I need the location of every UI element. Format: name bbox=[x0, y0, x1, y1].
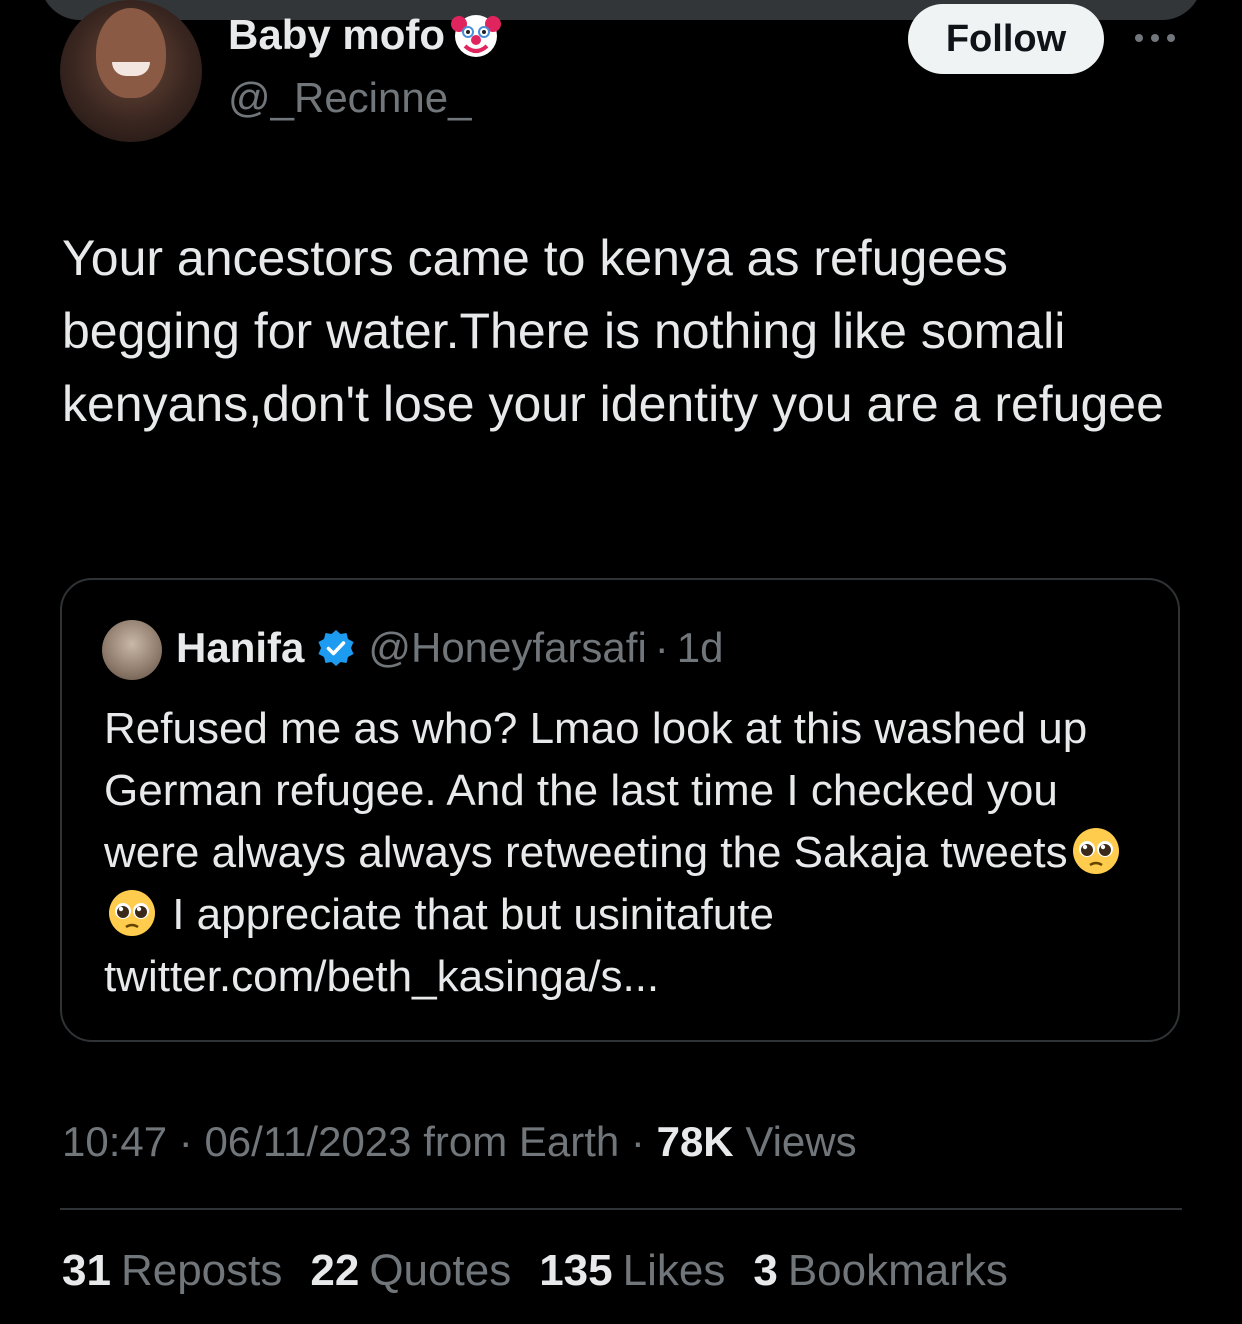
reposts-count: 31 bbox=[62, 1246, 111, 1295]
likes-count: 135 bbox=[539, 1246, 613, 1295]
follow-button[interactable]: Follow bbox=[908, 4, 1104, 74]
quoted-tweet-card[interactable]: Hanifa @Honeyfarsafi · 1d Refused me as … bbox=[60, 578, 1180, 1042]
more-options-icon[interactable] bbox=[1132, 28, 1178, 48]
bookmarks-count: 3 bbox=[753, 1246, 778, 1295]
tweet-date[interactable]: 06/11/2023 bbox=[204, 1118, 411, 1165]
likes-label: Likes bbox=[622, 1246, 726, 1295]
author-display-name[interactable]: Baby mofo bbox=[228, 10, 502, 60]
tweet-source: from Earth bbox=[411, 1118, 620, 1165]
avatar-face bbox=[96, 8, 166, 98]
quoted-author-handle[interactable]: @Honeyfarsafi bbox=[368, 624, 646, 672]
pleading-face-icon bbox=[106, 887, 158, 939]
quoted-tweet-time: 1d bbox=[676, 624, 724, 671]
verified-badge-icon bbox=[316, 628, 356, 668]
quoted-tweet-header: Hanifa @Honeyfarsafi · 1d bbox=[176, 624, 724, 672]
bookmarks-label: Bookmarks bbox=[787, 1246, 1008, 1295]
reposts-stat[interactable]: 31 Reposts bbox=[62, 1246, 282, 1296]
quotes-stat[interactable]: 22 Quotes bbox=[310, 1246, 511, 1296]
views-label: Views bbox=[733, 1118, 857, 1165]
header-separator: · bbox=[654, 624, 669, 671]
author-name-text: Baby mofo bbox=[228, 11, 446, 58]
quotes-count: 22 bbox=[310, 1246, 360, 1295]
likes-stat[interactable]: 135 Likes bbox=[539, 1246, 725, 1296]
quoted-tweet-text: Refused me as who? Lmao look at this was… bbox=[104, 698, 1154, 1008]
meta-separator: · bbox=[167, 1118, 205, 1165]
tweet-time[interactable]: 10:47 bbox=[62, 1118, 167, 1165]
author-avatar[interactable] bbox=[60, 0, 202, 142]
bookmarks-stat[interactable]: 3 Bookmarks bbox=[753, 1246, 1008, 1296]
clown-face-icon bbox=[451, 10, 502, 60]
reposts-label: Reposts bbox=[120, 1246, 283, 1295]
views-count[interactable]: 78K bbox=[657, 1118, 734, 1165]
divider bbox=[60, 1208, 1182, 1210]
engagement-stats: 31 Reposts 22 Quotes 135 Likes 3 Bookmarks bbox=[62, 1246, 1036, 1296]
quoted-text-part2: I appreciate that but usinitafute twitte… bbox=[104, 890, 774, 1001]
quoted-author-avatar[interactable] bbox=[102, 620, 162, 680]
pleading-face-icon bbox=[1070, 825, 1122, 877]
quoted-text-part1: Refused me as who? Lmao look at this was… bbox=[104, 704, 1088, 877]
author-handle[interactable]: @_Recinne_ bbox=[228, 74, 471, 122]
tweet-text: Your ancestors came to kenya as refugees… bbox=[62, 230, 1164, 432]
tweet-meta: 10:47 · 06/11/2023 from Earth · 78K View… bbox=[62, 1118, 857, 1166]
quoted-author-name[interactable]: Hanifa bbox=[176, 624, 304, 672]
quotes-label: Quotes bbox=[369, 1246, 512, 1295]
meta-separator: · bbox=[619, 1118, 657, 1165]
